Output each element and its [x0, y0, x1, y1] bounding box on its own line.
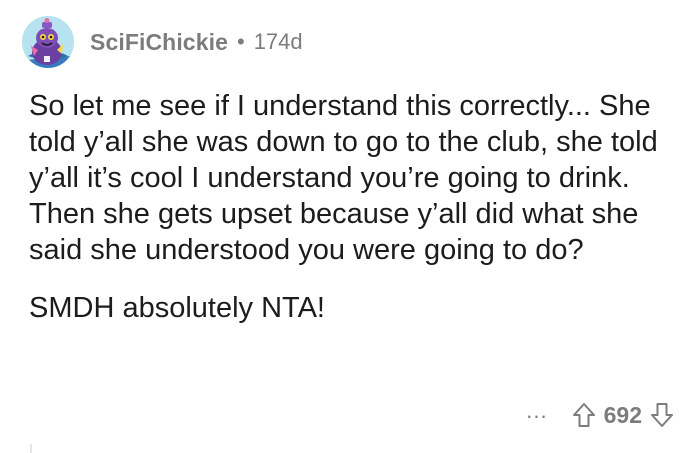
comment-paragraph: SMDH absolutely NTA!: [29, 292, 325, 324]
comment-paragraph: So let me see if I understand this corre…: [29, 90, 658, 266]
comment-age[interactable]: 174d: [254, 29, 303, 55]
snoo-avatar-icon: [22, 16, 74, 68]
comment-header: SciFiChickie • 174d: [22, 12, 303, 72]
comment-body: So let me see if I understand this corre…: [29, 88, 689, 326]
upvote-arrow-icon[interactable]: [572, 402, 596, 428]
vote-score: 692: [603, 401, 642, 428]
author-username[interactable]: SciFiChickie: [90, 29, 228, 56]
avatar[interactable]: [22, 16, 74, 68]
more-options-button[interactable]: ...: [526, 400, 547, 430]
comment: SciFiChickie • 174d So let me see if I u…: [0, 0, 700, 453]
thread-line[interactable]: [30, 444, 32, 453]
downvote-arrow-icon[interactable]: [650, 402, 674, 428]
meta-separator: •: [236, 29, 245, 54]
comment-actions: ... 692: [526, 398, 674, 432]
